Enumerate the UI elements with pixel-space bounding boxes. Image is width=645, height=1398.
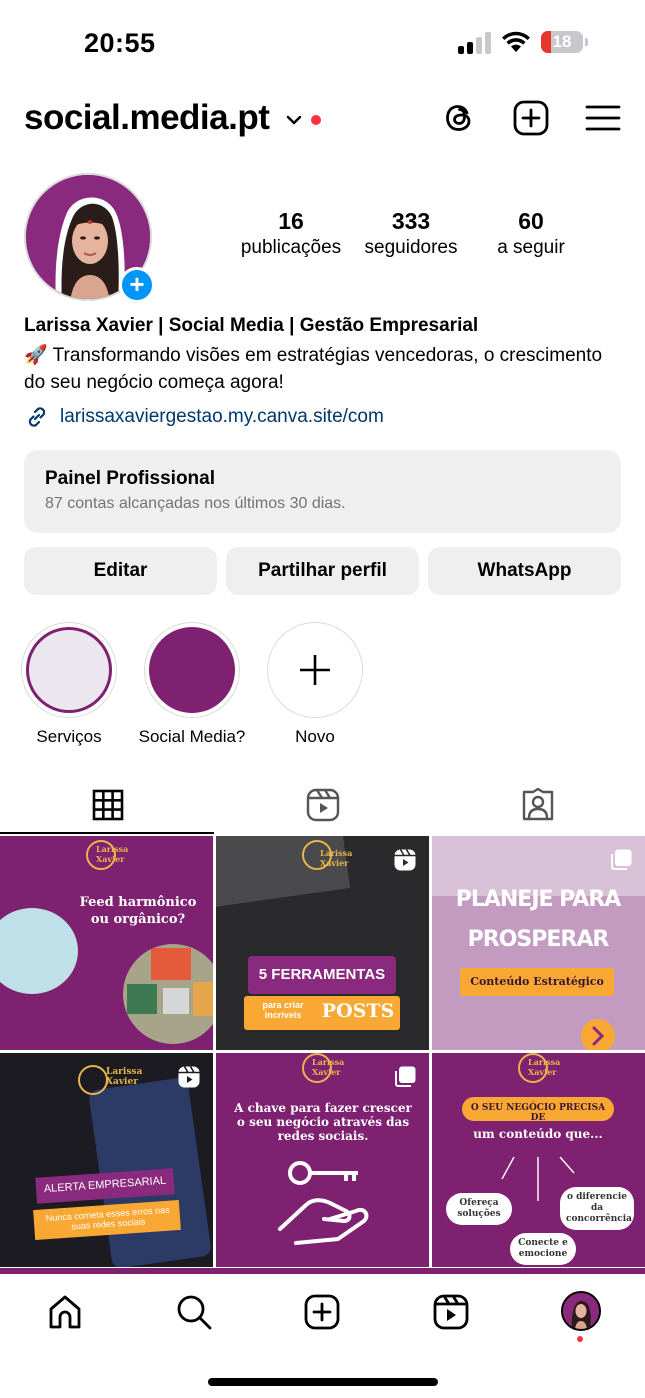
edit-profile-button[interactable]: Editar: [24, 547, 217, 595]
highlight-cover: [26, 627, 112, 713]
nav-search[interactable]: [172, 1290, 216, 1334]
stat-posts[interactable]: 16 publicações: [232, 208, 350, 259]
grid-icon: [92, 789, 123, 821]
profile-tabs: [0, 776, 645, 834]
post-bubble: Ofereça soluções: [446, 1193, 512, 1225]
brand-logo-text: Larissa Xavier: [528, 1057, 561, 1077]
notification-dot: [311, 115, 321, 125]
notification-dot: [577, 1336, 583, 1342]
bio-text: 🚀 Transformando visões em estratégias ve…: [24, 345, 603, 393]
post-caption: POSTS: [321, 1000, 395, 1022]
tab-tagged[interactable]: [430, 776, 645, 834]
threads-icon[interactable]: [440, 98, 480, 138]
post-tile[interactable]: PLANEJE PARA PROSPERAR Conteúdo Estratég…: [432, 836, 645, 1050]
home-icon: [49, 1295, 81, 1329]
brand-logo-text: Larissa Xavier: [106, 1067, 143, 1087]
nav-reels[interactable]: [429, 1290, 473, 1334]
highlight-servicos[interactable]: Serviços: [21, 622, 117, 747]
highlight-new[interactable]: Novo: [267, 622, 363, 747]
stat-following-count: 60: [518, 208, 544, 234]
reel-badge-icon: [178, 1066, 200, 1088]
stat-followers-count: 333: [391, 208, 431, 234]
carousel-badge-icon: [395, 1066, 416, 1087]
reels-icon: [433, 1294, 469, 1330]
post-caption: PLANEJE PARA PROSPERAR: [455, 887, 622, 952]
post-tile[interactable]: Larissa Xavier 5 FERRAMENTAS para criar …: [216, 836, 429, 1050]
menu-icon[interactable]: [583, 98, 623, 138]
link-icon: [28, 407, 46, 427]
profile-bio: Larissa Xavier | Social Media | Gestão E…: [24, 313, 624, 430]
nav-home[interactable]: [43, 1290, 87, 1334]
post-tile[interactable]: Larissa Xavier O SEU NEGÓCIO PRECISA DE …: [432, 1053, 645, 1267]
profile-header: social.media.pt: [0, 90, 645, 150]
wifi-icon: [502, 31, 530, 52]
brand-logo-text: Larissa Xavier: [312, 1057, 345, 1077]
create-post-icon: [304, 1294, 340, 1330]
post-caption: um conteúdo que...: [473, 1127, 603, 1141]
post-caption: Feed harmônico ou orgânico?: [79, 895, 197, 927]
bio-link[interactable]: larissaxaviergestao.my.canva.site/com: [24, 404, 624, 430]
stat-followers[interactable]: 333 seguidores: [352, 208, 470, 259]
active-tab-indicator: [0, 832, 214, 834]
home-indicator[interactable]: [208, 1378, 438, 1386]
hand-key-icon: [278, 1161, 369, 1245]
nav-profile-avatar[interactable]: [561, 1291, 601, 1331]
post-caption: A chave para fazer crescer o seu negócio…: [234, 1101, 412, 1143]
professional-dashboard[interactable]: Painel Profissional 87 contas alcançadas…: [24, 450, 621, 533]
avatar-portrait: [563, 1293, 599, 1329]
battery-level: 18: [552, 32, 572, 51]
tagged-person-icon: [522, 788, 553, 821]
post-graphic: [0, 908, 78, 994]
brand-logo: [78, 1065, 108, 1095]
highlight-social-media[interactable]: Social Media?: [139, 622, 245, 747]
status-bar: 20:55 18: [0, 0, 645, 90]
stat-posts-label: publicações: [240, 237, 342, 258]
reels-icon: [306, 788, 339, 822]
whatsapp-button[interactable]: WhatsApp: [428, 547, 621, 595]
tab-reels[interactable]: [215, 776, 430, 834]
add-story-button[interactable]: +: [119, 267, 155, 303]
bio-link-text: larissaxaviergestao.my.canva.site/com: [60, 406, 384, 427]
post-tile[interactable]: Larissa Xavier A chave para fazer cresce…: [216, 1053, 429, 1267]
carousel-badge-icon: [611, 849, 632, 870]
chevron-down-icon[interactable]: [286, 114, 302, 126]
cellular-signal-icon: [458, 32, 492, 54]
dashboard-title: Painel Profissional: [45, 468, 215, 489]
post-tile[interactable]: Larissa Xavier ALERTA EMPRESARIAL Nunca …: [0, 1053, 213, 1267]
brand-logo-text: Larissa Xavier: [320, 848, 353, 868]
brand-logo-text: Larissa Xavier: [96, 844, 129, 864]
post-caption: Conteúdo Estratégico: [470, 975, 604, 988]
profile-name: Larissa Xavier | Social Media | Gestão E…: [24, 315, 479, 336]
reel-badge-icon: [394, 849, 416, 871]
clock: 20:55: [84, 28, 156, 58]
bottom-navigation: [0, 1274, 645, 1398]
create-post-icon[interactable]: [511, 98, 551, 138]
battery-icon: 18: [541, 31, 583, 53]
post-graphic: [123, 944, 213, 1044]
dashboard-subtitle: 87 contas alcançadas nos últimos 30 dias…: [45, 495, 346, 512]
stat-followers-label: seguidores: [364, 237, 458, 258]
arrow-right-icon: [581, 1019, 615, 1050]
post-caption: O SEU NEGÓCIO PRECISA DE: [470, 1103, 606, 1123]
stat-following-label: a seguir: [497, 237, 565, 258]
tab-grid[interactable]: [0, 776, 215, 834]
nav-create[interactable]: [300, 1290, 344, 1334]
stat-posts-count: 16: [278, 208, 304, 234]
post-bubble: o diferencie da concorrência: [560, 1187, 634, 1230]
post-caption: para criar incríveis: [262, 1000, 304, 1020]
plus-icon: [300, 655, 330, 685]
post-bubble: Conecte e emocione: [510, 1233, 576, 1265]
highlight-cover: [149, 627, 235, 713]
highlight-label: Novo: [295, 727, 335, 746]
username-switcher[interactable]: social.media.pt: [24, 98, 270, 138]
search-icon: [177, 1295, 212, 1330]
post-tile[interactable]: Larissa Xavier Feed harmônico ou orgânic…: [0, 836, 213, 1050]
stat-following[interactable]: 60 a seguir: [472, 208, 590, 259]
post-caption: 5 FERRAMENTAS: [258, 966, 386, 983]
share-profile-button[interactable]: Partilhar perfil: [226, 547, 419, 595]
post-grid: Larissa Xavier Feed harmônico ou orgânic…: [0, 836, 645, 1268]
